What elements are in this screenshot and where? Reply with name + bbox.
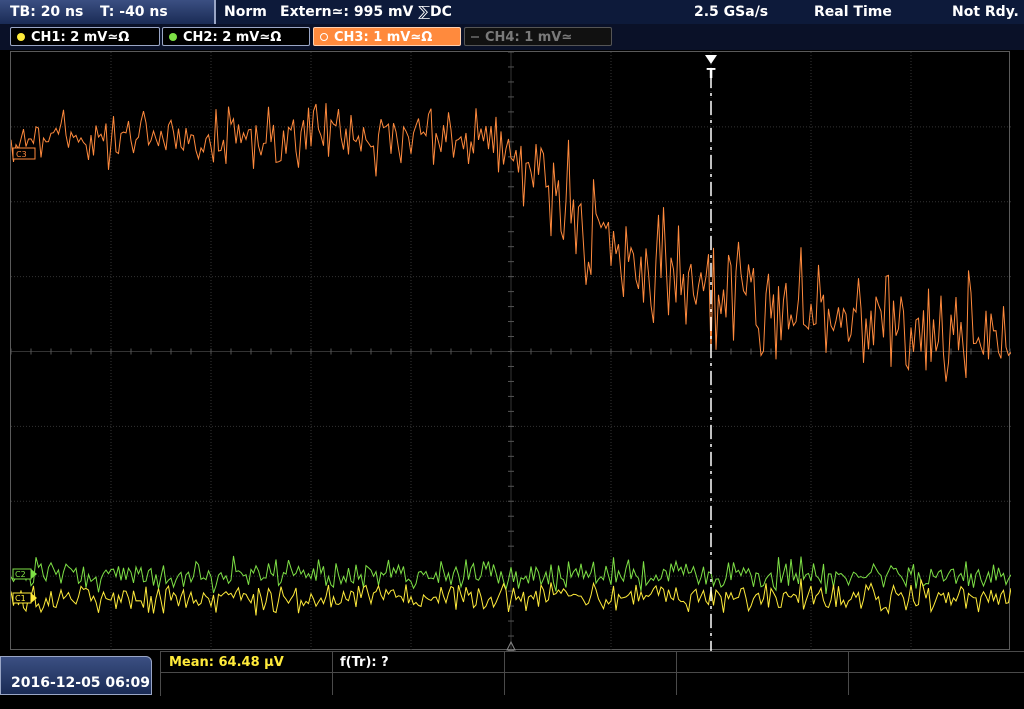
mean-measurement[interactable]: Mean: 64.48 µV xyxy=(169,654,284,672)
channel-2-label: CH2: 2 mV≃Ω xyxy=(183,30,282,45)
channel-2-dot-icon xyxy=(169,33,177,41)
trigger-time-readout[interactable]: T: -40 ns xyxy=(100,0,168,24)
svg-text:C2: C2 xyxy=(15,570,26,579)
svg-text:C3: C3 xyxy=(16,150,27,159)
channel-4-dash-icon xyxy=(471,36,479,38)
svg-text:C1: C1 xyxy=(15,594,26,603)
acquisition-status: Not Rdy. xyxy=(952,4,1019,20)
trigger-mode[interactable]: Norm xyxy=(224,0,267,24)
trigger-arrow-icon[interactable] xyxy=(705,55,717,64)
channel-4-label: CH4: 1 mV≃ xyxy=(485,30,573,45)
date-time-display[interactable]: 2016-12-05 06:09 xyxy=(0,656,152,695)
channel-1-button[interactable]: CH1: 2 mV≃Ω xyxy=(10,27,160,46)
top-status-bar: TB: 20 ns T: -40 ns Norm Extern≃: 995 mV… xyxy=(0,0,1024,24)
acquisition-mode[interactable]: Real Time xyxy=(814,0,892,24)
channel-3-button[interactable]: CH3: 1 mV≃Ω xyxy=(313,27,461,46)
timebase-panel[interactable]: TB: 20 ns T: -40 ns xyxy=(0,0,216,24)
timebase-readout[interactable]: TB: 20 ns xyxy=(10,0,83,24)
channel-3-ref-marker[interactable]: C3 xyxy=(12,147,36,160)
channel-3-label: CH3: 1 mV≃Ω xyxy=(334,30,433,45)
measurement-grid-divider xyxy=(160,672,1024,673)
sample-rate[interactable]: 2.5 GSa/s xyxy=(694,0,768,24)
channel-2-button[interactable]: CH2: 2 mV≃Ω xyxy=(162,27,310,46)
waveform-display[interactable]: T C3 C2 C1 xyxy=(10,51,1011,651)
trigger-marker: T xyxy=(707,67,716,82)
channel-1-label: CH1: 2 mV≃Ω xyxy=(31,30,130,45)
channel-1-dot-icon xyxy=(17,33,25,41)
trigger-source[interactable]: Extern≃: 995 mV ⅀DC xyxy=(280,0,452,24)
waveform-canvas[interactable]: T C3 C2 C1 xyxy=(11,52,1011,651)
channel-4-button[interactable]: CH4: 1 mV≃ xyxy=(464,27,612,46)
channel-1-ref-marker[interactable]: C1 xyxy=(12,592,37,604)
measurement-bar xyxy=(0,651,1024,696)
channel-3-dot-icon xyxy=(320,33,328,41)
measurement-grid-col xyxy=(504,651,505,695)
graticule xyxy=(11,52,1011,651)
frequency-measurement[interactable]: f(Tr): ? xyxy=(340,654,389,672)
channel-2-ref-marker[interactable]: C2 xyxy=(12,568,37,580)
channel-bar: CH1: 2 mV≃Ω CH2: 2 mV≃Ω CH3: 1 mV≃Ω CH4:… xyxy=(0,24,1024,50)
measurement-grid-col xyxy=(676,651,677,695)
measurement-grid-col xyxy=(848,651,849,695)
measurement-grid-col xyxy=(332,651,333,695)
measurement-grid xyxy=(160,651,1024,696)
